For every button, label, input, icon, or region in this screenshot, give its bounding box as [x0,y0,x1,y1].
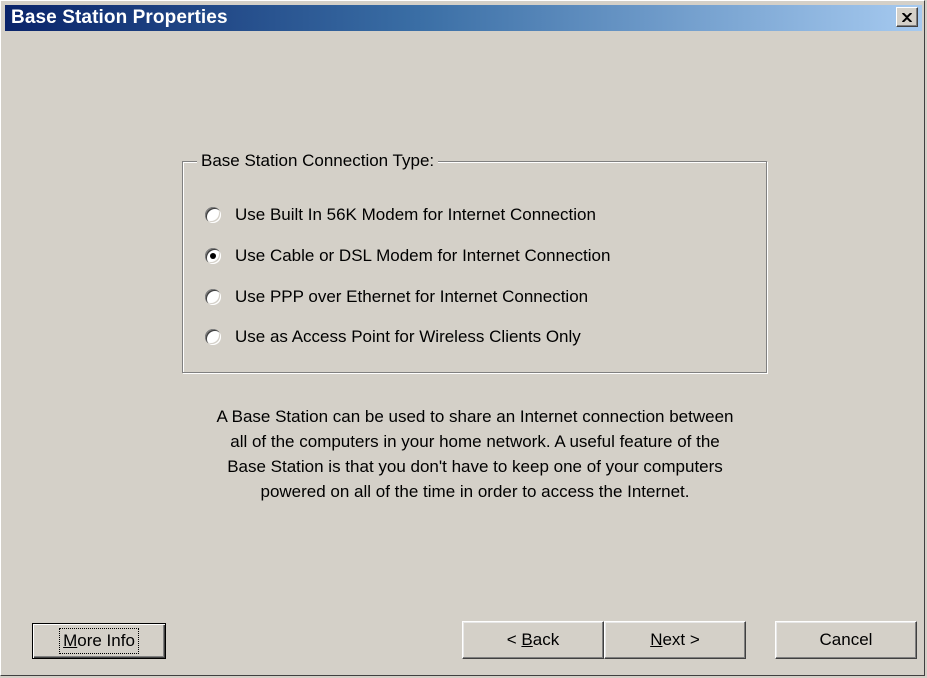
button-label: ext > [662,630,700,649]
description-line: all of the computers in your home networ… [230,432,720,451]
title-bar[interactable]: Base Station Properties [5,5,922,31]
option-access-point[interactable]: Use as Access Point for Wireless Clients… [205,325,581,349]
description-line: A Base Station can be used to share an I… [216,407,734,426]
more-info-button[interactable]: More Info [32,623,166,659]
description-text: A Base Station can be used to share an I… [111,404,839,504]
radio-56k-modem[interactable] [205,207,221,223]
cancel-button[interactable]: Cancel [775,621,917,659]
description-line: powered on all of the time in order to a… [260,482,690,501]
accelerator-key: N [650,630,663,649]
close-button[interactable] [896,7,918,27]
button-prefix: < [506,630,522,649]
button-label: Cancel [819,630,873,649]
option-label: Use Cable or DSL Modem for Internet Conn… [235,246,611,265]
option-label: Use PPP over Ethernet for Internet Conne… [235,287,589,306]
focus-rect: More Info [59,628,139,654]
dialog-window: Base Station Properties Base Station Con… [0,0,925,676]
button-label: ack [532,630,560,649]
connection-type-legend: Base Station Connection Type: [197,150,439,172]
description-line: Base Station is that you don't have to k… [227,457,723,476]
radio-cable-dsl[interactable] [205,248,221,264]
window-title: Base Station Properties [11,7,228,28]
option-label: Use as Access Point for Wireless Clients… [235,327,581,346]
back-button[interactable]: < Back [462,621,604,659]
option-56k-modem[interactable]: Use Built In 56K Modem for Internet Conn… [205,203,596,227]
option-cable-dsl[interactable]: Use Cable or DSL Modem for Internet Conn… [205,244,610,268]
next-button[interactable]: Next > [604,621,746,659]
option-pppoe[interactable]: Use PPP over Ethernet for Internet Conne… [205,285,588,309]
button-label: ore Info [77,631,135,650]
option-label: Use Built In 56K Modem for Internet Conn… [235,205,596,224]
accelerator-key: B [521,630,533,649]
close-icon [902,12,912,22]
radio-pppoe[interactable] [205,289,221,305]
accelerator-key: M [63,631,78,650]
radio-access-point[interactable] [205,329,221,345]
